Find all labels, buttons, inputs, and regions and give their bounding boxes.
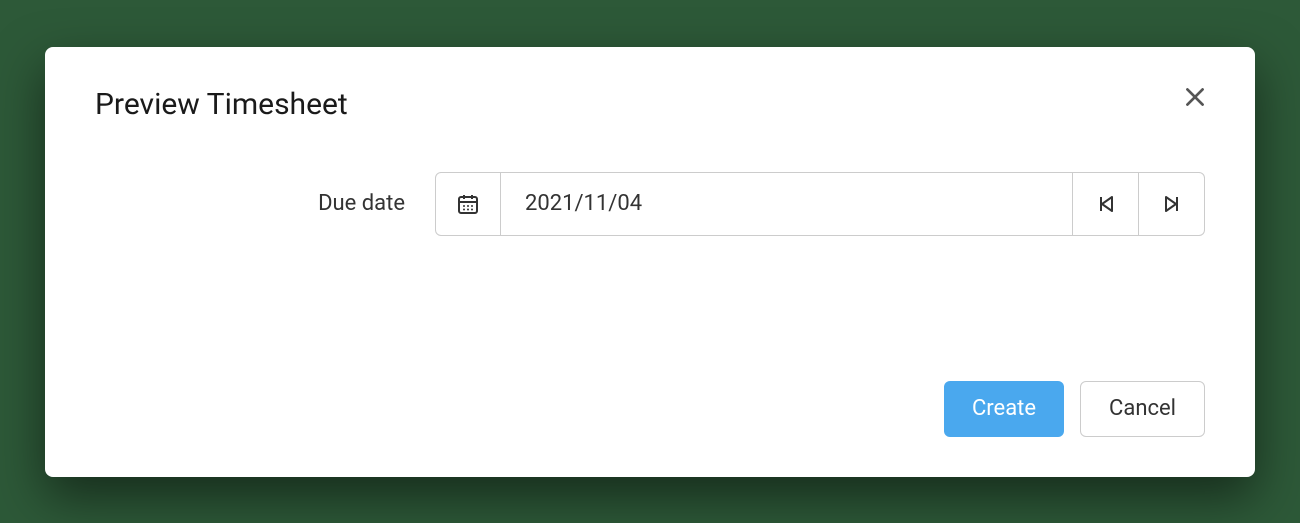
due-date-label: Due date — [95, 191, 435, 216]
next-date-button[interactable] — [1139, 172, 1205, 236]
close-button[interactable] — [1175, 77, 1215, 117]
skip-previous-icon — [1094, 192, 1118, 216]
preview-timesheet-modal: Preview Timesheet Due date — [45, 47, 1255, 477]
calendar-picker-button[interactable] — [435, 172, 501, 236]
skip-next-icon — [1160, 192, 1184, 216]
due-date-row: Due date — [95, 172, 1205, 236]
create-button[interactable]: Create — [944, 381, 1064, 437]
calendar-icon — [456, 192, 480, 216]
due-date-input-group — [435, 172, 1205, 236]
modal-title: Preview Timesheet — [95, 87, 1205, 122]
due-date-input[interactable] — [501, 172, 1073, 236]
cancel-button[interactable]: Cancel — [1080, 381, 1205, 437]
previous-date-button[interactable] — [1073, 172, 1139, 236]
modal-actions: Create Cancel — [944, 381, 1205, 437]
close-icon — [1182, 84, 1208, 110]
